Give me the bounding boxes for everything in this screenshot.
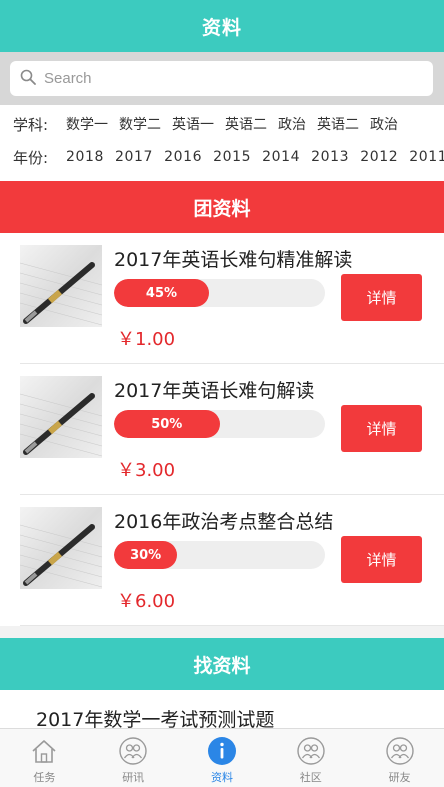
subject-option[interactable]: 英语二 <box>317 114 359 134</box>
progress-fill: 50% <box>114 410 220 438</box>
people-icon <box>385 736 415 766</box>
year-option[interactable]: 2011 <box>409 149 444 165</box>
subject-filter-row: 学科: 数学一 数学二 英语一 英语二 政治 英语二 政治 <box>0 113 409 135</box>
material-card[interactable]: 2017年英语长难句精准解读 45% ￥1.00 详情 <box>0 233 444 364</box>
progress-bar: 50% <box>114 410 325 438</box>
year-option[interactable]: 2012 <box>360 149 398 165</box>
section-title: 找资料 <box>193 654 251 677</box>
search-box[interactable] <box>10 61 433 96</box>
material-thumbnail <box>20 507 102 589</box>
page-title: 资料 <box>201 16 242 39</box>
tab-label: 研友 <box>388 771 411 784</box>
material-thumbnail <box>20 245 102 327</box>
progress-label: 45% <box>145 285 178 301</box>
material-title: 2017年英语长难句解读 <box>114 380 315 402</box>
year-option[interactable]: 2014 <box>262 149 300 165</box>
material-price: ￥1.00 <box>117 329 176 350</box>
filter-panel: 学科: 数学一 数学二 英语一 英语二 政治 英语二 政治 年份: 2018 2… <box>0 105 444 181</box>
section-title: 团资料 <box>193 197 251 220</box>
subject-option[interactable]: 英语二 <box>225 114 267 134</box>
subject-option[interactable]: 政治 <box>370 114 398 134</box>
find-list: 2017年数学一考试预测试题 <box>0 690 444 731</box>
tab-community[interactable]: 社区 <box>266 729 355 787</box>
tab-label: 社区 <box>299 771 322 784</box>
app-header: 资料 <box>0 0 444 52</box>
progress-fill: 30% <box>114 541 178 569</box>
search-input[interactable] <box>44 70 404 87</box>
material-thumbnail <box>20 376 102 458</box>
tab-label: 研讯 <box>122 771 145 784</box>
subject-option[interactable]: 数学一 <box>66 114 108 134</box>
subject-filter-label: 学科: <box>13 115 49 134</box>
material-card[interactable]: 2017年英语长难句解读 50% ￥3.00 详情 <box>0 364 444 495</box>
progress-bar: 30% <box>114 541 325 569</box>
year-filter-row: 年份: 2018 2017 2016 2015 2014 2013 2012 2… <box>0 146 444 168</box>
detail-button[interactable]: 详情 <box>341 536 422 583</box>
material-price: ￥6.00 <box>117 591 176 612</box>
tab-label: 任务 <box>33 771 56 784</box>
people-icon <box>118 736 148 766</box>
section-gap <box>0 626 444 638</box>
year-option[interactable]: 2016 <box>164 149 202 165</box>
group-materials-header: 团资料 <box>0 181 444 233</box>
home-icon <box>29 736 59 766</box>
year-option[interactable]: 2018 <box>66 149 104 165</box>
search-bar <box>0 52 444 105</box>
year-option[interactable]: 2015 <box>213 149 251 165</box>
material-price: ￥3.00 <box>117 460 176 481</box>
info-icon <box>207 736 237 766</box>
progress-label: 30% <box>130 547 162 563</box>
progress-fill: 45% <box>114 279 209 307</box>
detail-button[interactable]: 详情 <box>341 274 422 321</box>
bottom-tab-bar: 任务 研讯 资料 社区 研友 <box>0 728 444 787</box>
people-icon <box>296 736 326 766</box>
progress-label: 50% <box>151 416 183 432</box>
subject-option[interactable]: 英语一 <box>172 114 214 134</box>
find-materials-header: 找资料 <box>0 638 444 690</box>
progress-bar: 45% <box>114 279 325 307</box>
subject-option[interactable]: 数学二 <box>119 114 161 134</box>
material-card[interactable]: 2016年政治考点整合总结 30% ￥6.00 详情 <box>0 495 444 626</box>
search-icon <box>20 69 36 89</box>
year-option[interactable]: 2013 <box>311 149 349 165</box>
tab-task[interactable]: 任务 <box>0 729 89 787</box>
tab-news[interactable]: 研讯 <box>89 729 178 787</box>
tab-materials[interactable]: 资料 <box>178 729 267 787</box>
subject-option[interactable]: 政治 <box>278 114 306 134</box>
materials-list: 2017年英语长难句精准解读 45% ￥1.00 详情 2017年英语长难句解读… <box>0 233 444 626</box>
year-filter-label: 年份: <box>13 148 49 167</box>
tab-friends[interactable]: 研友 <box>355 729 444 787</box>
material-title: 2016年政治考点整合总结 <box>114 511 334 533</box>
material-title: 2017年英语长难句精准解读 <box>114 249 353 271</box>
tab-label: 资料 <box>210 771 233 784</box>
year-option[interactable]: 2017 <box>115 149 153 165</box>
detail-button[interactable]: 详情 <box>341 405 422 452</box>
